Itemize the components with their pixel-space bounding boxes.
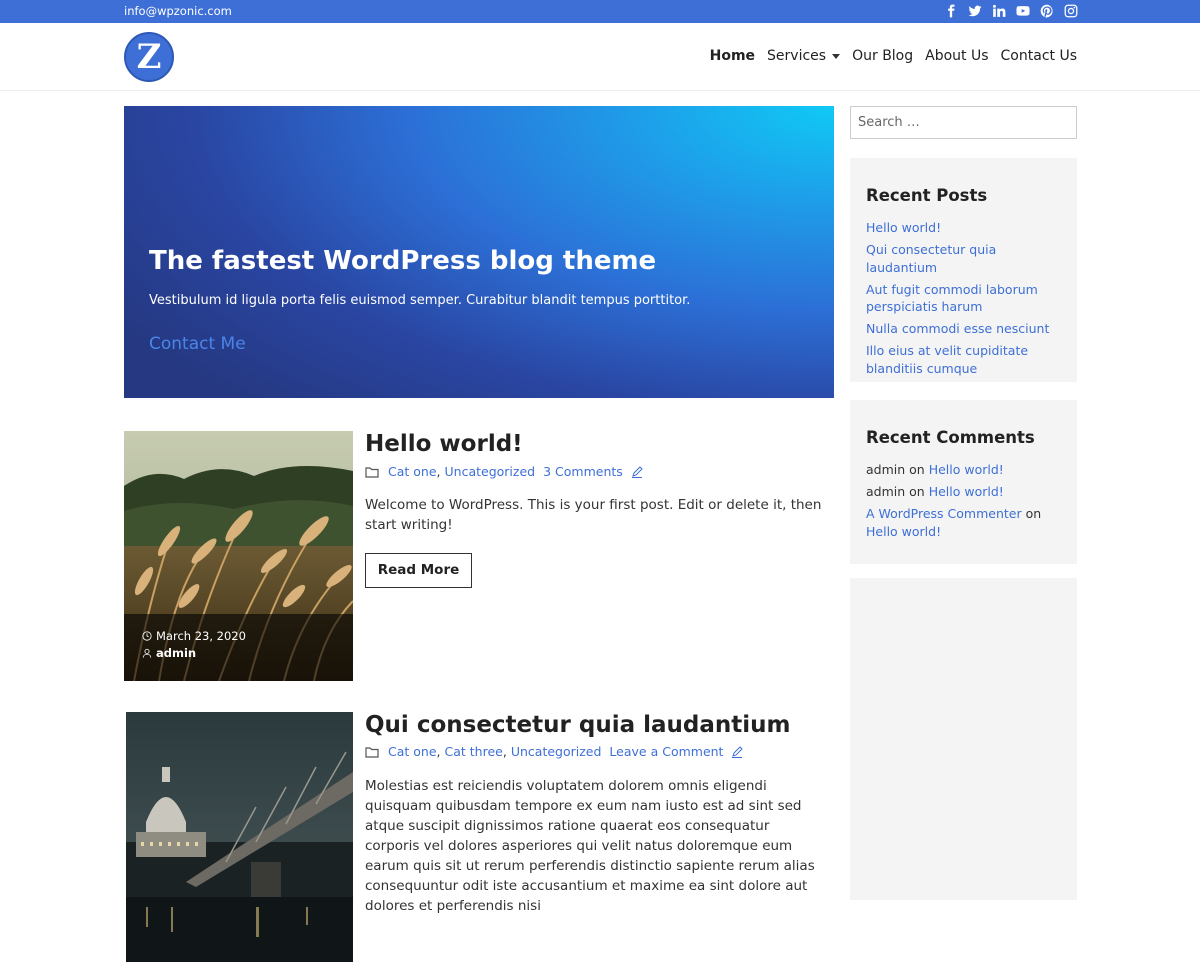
recent-post-link[interactable]: Illo eius at velit cupiditate blanditiis… xyxy=(866,343,1028,376)
nav-services[interactable]: Services xyxy=(767,48,841,64)
hero-title: The fastest WordPress blog theme xyxy=(149,246,657,276)
comment-author: admin xyxy=(866,462,906,477)
edit-icon[interactable] xyxy=(731,745,744,758)
post-meta: Cat one, Cat three, Uncategorized Leave … xyxy=(365,744,744,759)
post-title[interactable]: Qui consectetur quia laudantium xyxy=(365,712,790,738)
widget-title: Recent Posts xyxy=(866,186,988,205)
comments-link[interactable]: 3 Comments xyxy=(543,464,623,479)
site-header: Z Home Services Our Blog About Us Contac… xyxy=(0,23,1200,91)
recent-posts-list: Hello world! Qui consectetur quia laudan… xyxy=(866,219,1061,377)
comment-on: on xyxy=(1025,506,1042,521)
category-link[interactable]: Cat three xyxy=(445,744,503,759)
folder-icon xyxy=(365,746,379,758)
nav-our-blog[interactable]: Our Blog xyxy=(852,48,913,64)
widget-title: Recent Comments xyxy=(866,428,1035,447)
category-link[interactable]: Uncategorized xyxy=(511,744,602,759)
main-nav: Home Services Our Blog About Us Contact … xyxy=(710,48,1077,64)
post-thumbnail[interactable]: March 23, 2020 admin xyxy=(124,431,353,681)
comments-link[interactable]: Leave a Comment xyxy=(609,744,723,759)
post-author[interactable]: admin xyxy=(156,646,196,660)
list-item: admin on Hello world! xyxy=(866,461,1061,479)
nav-contact-us[interactable]: Contact Us xyxy=(1001,48,1077,64)
recent-comments-widget: Recent Comments admin on Hello world! ad… xyxy=(850,400,1077,564)
list-item: admin on Hello world! xyxy=(866,483,1061,501)
top-bar: info@wpzonic.com xyxy=(0,0,1200,23)
post-meta: Cat one, Uncategorized 3 Comments xyxy=(365,464,643,479)
post-card: Qui consectetur quia laudantium Cat one,… xyxy=(124,712,834,962)
post-excerpt: Molestias est reiciendis voluptatem dolo… xyxy=(365,778,815,914)
comment-author: admin xyxy=(866,484,906,499)
post-card: March 23, 2020 admin Hello world! Cat on… xyxy=(124,431,834,682)
post-meta-overlay: March 23, 2020 admin xyxy=(124,614,353,681)
category-link[interactable]: Cat one xyxy=(388,744,437,759)
social-links xyxy=(943,3,1078,18)
post-thumbnail[interactable] xyxy=(126,712,353,962)
clock-icon xyxy=(142,631,152,641)
nav-services-label: Services xyxy=(767,48,827,64)
recent-post-link[interactable]: Nulla commodi esse nesciunt xyxy=(866,321,1049,336)
linkedin-icon[interactable] xyxy=(991,3,1006,18)
contact-email[interactable]: info@wpzonic.com xyxy=(124,4,232,18)
list-item: Aut fugit commodi laborum perspiciatis h… xyxy=(866,281,1061,316)
nav-about-us[interactable]: About Us xyxy=(925,48,988,64)
site-logo[interactable]: Z xyxy=(124,32,174,82)
comment-post-link[interactable]: Hello world! xyxy=(929,484,1004,499)
comment-post-link[interactable]: Hello world! xyxy=(866,524,941,539)
post-excerpt: Welcome to WordPress. This is your first… xyxy=(365,497,822,533)
city-bridge-night-photo xyxy=(126,712,353,962)
instagram-icon[interactable] xyxy=(1063,3,1078,18)
list-item: Hello world! xyxy=(866,219,1061,237)
twitter-icon[interactable] xyxy=(967,3,982,18)
category-link[interactable]: Cat one xyxy=(388,464,437,479)
list-item: Illo eius at velit cupiditate blanditiis… xyxy=(866,342,1061,377)
category-link[interactable]: Uncategorized xyxy=(445,464,536,479)
recent-post-link[interactable]: Qui consectetur quia laudantium xyxy=(866,242,996,275)
post-date: March 23, 2020 xyxy=(156,629,246,643)
comment-author-link[interactable]: A WordPress Commenter xyxy=(866,506,1022,521)
comment-on: on xyxy=(909,484,925,499)
list-item: Qui consectetur quia laudantium xyxy=(866,241,1061,276)
chevron-down-icon xyxy=(832,53,841,59)
folder-icon xyxy=(365,466,379,478)
empty-widget xyxy=(850,578,1077,900)
search-input[interactable] xyxy=(850,106,1077,139)
nav-home[interactable]: Home xyxy=(710,48,755,64)
hero-contact-link[interactable]: Contact Me xyxy=(149,334,246,354)
edit-icon[interactable] xyxy=(631,465,643,478)
recent-post-link[interactable]: Aut fugit commodi laborum perspiciatis h… xyxy=(866,282,1038,315)
hero-subtitle: Vestibulum id ligula porta felis euismod… xyxy=(149,293,691,308)
comment-on: on xyxy=(909,462,925,477)
facebook-icon[interactable] xyxy=(943,3,958,18)
pinterest-icon[interactable] xyxy=(1039,3,1054,18)
post-title[interactable]: Hello world! xyxy=(365,431,523,457)
read-more-button[interactable]: Read More xyxy=(365,553,472,588)
list-item: A WordPress Commenter on Hello world! xyxy=(866,505,1061,540)
youtube-icon[interactable] xyxy=(1015,3,1030,18)
recent-post-link[interactable]: Hello world! xyxy=(866,220,941,235)
comment-post-link[interactable]: Hello world! xyxy=(929,462,1004,477)
list-item: Nulla commodi esse nesciunt xyxy=(866,320,1061,338)
hero-banner: The fastest WordPress blog theme Vestibu… xyxy=(124,106,834,398)
recent-posts-widget: Recent Posts Hello world! Qui consectetu… xyxy=(850,158,1077,382)
user-icon xyxy=(142,648,152,658)
recent-comments-list: admin on Hello world! admin on Hello wor… xyxy=(866,461,1061,540)
